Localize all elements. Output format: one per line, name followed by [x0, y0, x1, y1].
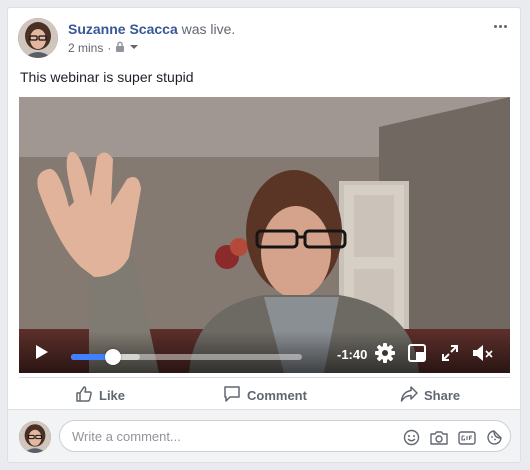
comment-composer	[8, 409, 520, 462]
share-button[interactable]: Share	[400, 378, 460, 412]
share-arrow-icon	[400, 385, 418, 406]
post-actions: Like Comment Share	[19, 377, 510, 412]
play-button[interactable]	[36, 345, 48, 359]
gif-icon[interactable]	[458, 430, 476, 450]
share-label: Share	[424, 387, 461, 403]
caret-down-icon[interactable]	[129, 41, 139, 55]
like-label: Like	[99, 387, 126, 403]
author-line: Suzanne Scacca was live.	[68, 21, 235, 37]
author-name[interactable]: Suzanne Scacca	[68, 21, 178, 37]
muted-speaker-icon[interactable]	[472, 343, 494, 368]
picture-in-picture-icon[interactable]	[408, 344, 426, 367]
fullscreen-icon[interactable]	[441, 344, 459, 367]
comment-button[interactable]: Comment	[223, 378, 307, 412]
commenter-avatar	[19, 421, 51, 453]
meta-separator: ·	[107, 41, 112, 55]
post-card: Suzanne Scacca was live. 2 mins · This w…	[7, 7, 521, 463]
remaining-time: -1:40	[337, 347, 368, 362]
comment-label: Comment	[247, 387, 307, 403]
seek-bar[interactable]	[71, 349, 302, 365]
video-controls: -1:40	[19, 331, 510, 373]
thumbs-up-icon	[75, 385, 93, 406]
emoji-icon[interactable]	[403, 429, 420, 451]
author-avatar[interactable]	[18, 18, 58, 58]
camera-icon[interactable]	[430, 430, 448, 451]
post-meta: 2 mins ·	[68, 41, 139, 55]
composer-icons	[403, 429, 503, 451]
gear-icon[interactable]	[375, 343, 395, 368]
post-text: This webinar is super stupid	[20, 69, 194, 85]
post-timestamp[interactable]: 2 mins	[68, 41, 103, 55]
lock-icon	[115, 41, 125, 55]
more-options-icon[interactable]	[490, 18, 510, 34]
seek-handle[interactable]	[104, 349, 121, 365]
sticker-icon[interactable]	[486, 429, 503, 451]
video-player[interactable]: -1:40	[19, 97, 510, 373]
like-button[interactable]: Like	[75, 378, 125, 412]
live-status: was live.	[181, 21, 236, 37]
comment-bubble-icon	[223, 385, 241, 406]
post-header: Suzanne Scacca was live. 2 mins ·	[18, 18, 510, 60]
